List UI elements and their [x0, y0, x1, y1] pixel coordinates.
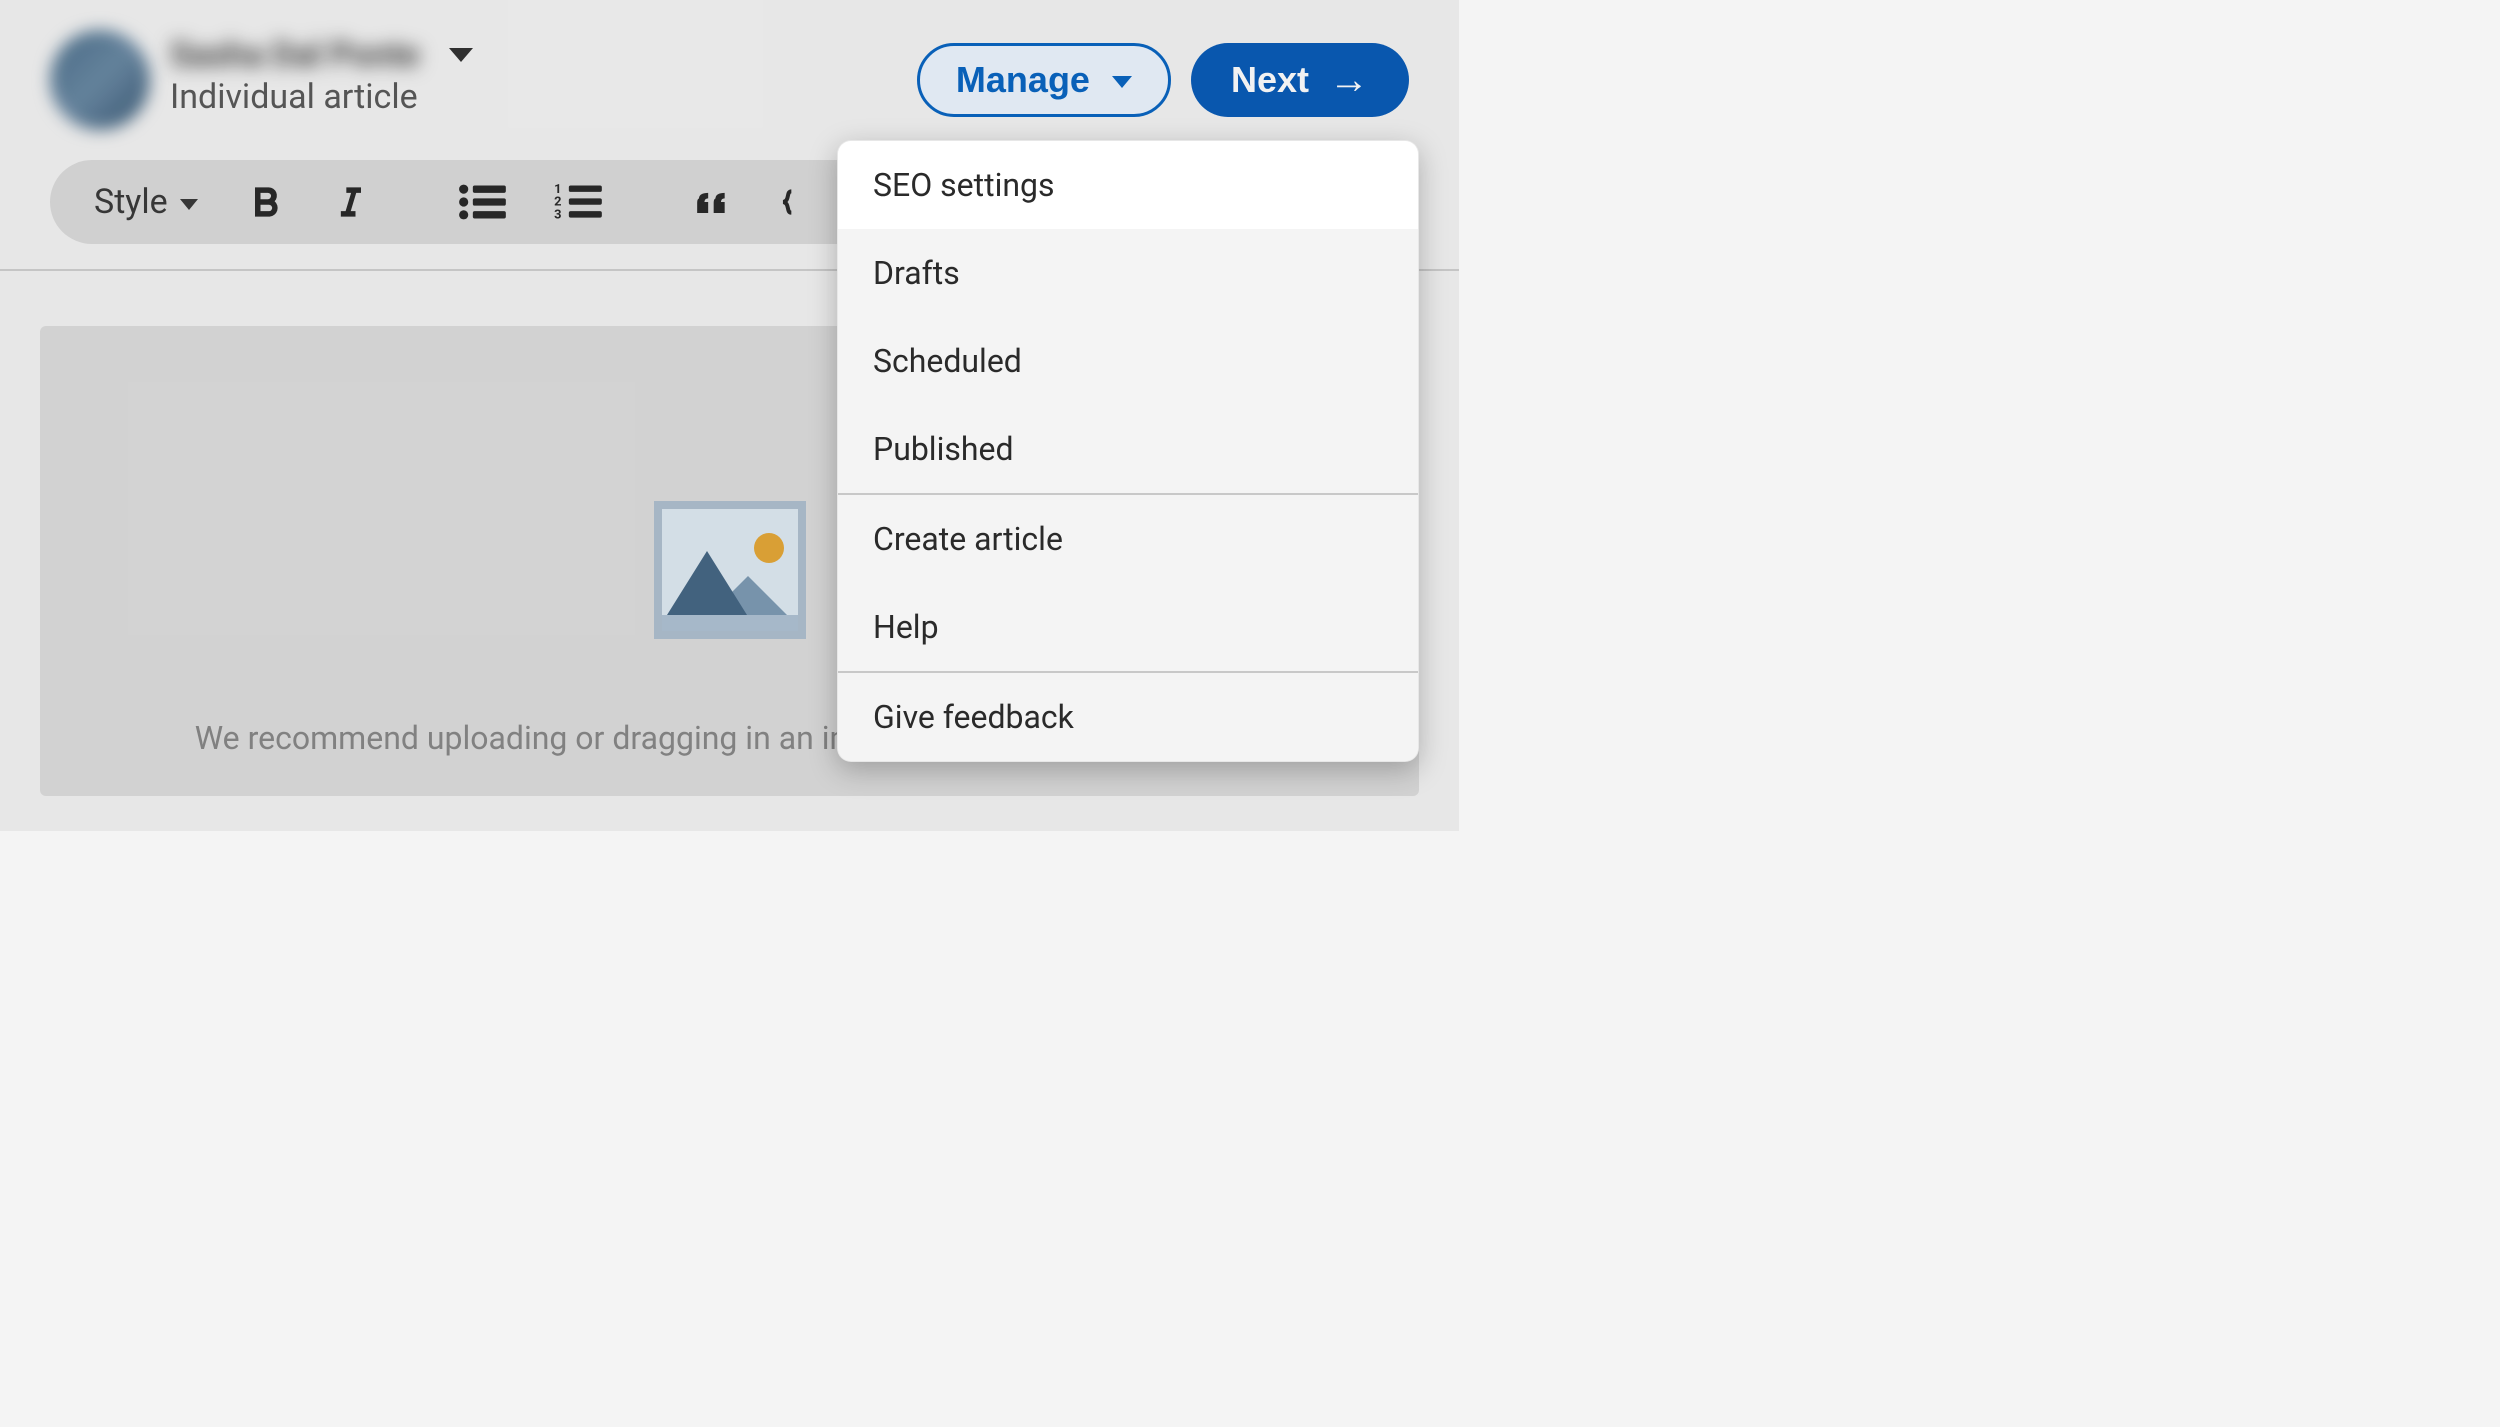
menu-item-published[interactable]: Published	[838, 405, 1418, 493]
italic-button[interactable]	[314, 172, 386, 232]
chevron-down-icon	[449, 48, 473, 62]
code-icon	[772, 180, 816, 224]
editor-header: Sasha Dal Ponte Individual article Manag…	[0, 0, 1459, 150]
bullet-list-button[interactable]	[440, 172, 524, 232]
quote-icon	[688, 180, 732, 224]
menu-item-scheduled[interactable]: Scheduled	[838, 317, 1418, 405]
author-section: Sasha Dal Ponte Individual article	[50, 30, 473, 130]
next-button-label: Next	[1231, 59, 1309, 101]
menu-item-give-feedback[interactable]: Give feedback	[838, 673, 1418, 761]
bullet-list-icon	[454, 180, 510, 224]
bold-button[interactable]	[230, 172, 302, 232]
style-dropdown-label: Style	[94, 182, 168, 222]
bold-icon	[244, 180, 288, 224]
avatar[interactable]	[50, 30, 150, 130]
chevron-down-icon	[1112, 76, 1132, 88]
style-dropdown[interactable]: Style	[80, 174, 218, 230]
arrow-right-icon: →	[1329, 60, 1369, 100]
numbered-list-button[interactable]: 123	[536, 172, 620, 232]
menu-item-create-article[interactable]: Create article	[838, 495, 1418, 583]
blockquote-button[interactable]	[674, 172, 746, 232]
header-actions: Manage Next →	[917, 43, 1409, 117]
article-type-label: Individual article	[170, 77, 473, 117]
menu-item-drafts[interactable]: Drafts	[838, 229, 1418, 317]
image-placeholder-icon	[654, 501, 806, 639]
code-block-button[interactable]	[758, 172, 830, 232]
menu-item-help[interactable]: Help	[838, 583, 1418, 671]
italic-icon	[328, 180, 372, 224]
manage-button[interactable]: Manage	[917, 43, 1171, 117]
numbered-list-icon: 123	[550, 180, 606, 224]
manage-dropdown-menu: SEO settings Drafts Scheduled Published …	[837, 140, 1419, 762]
next-button[interactable]: Next →	[1191, 43, 1409, 117]
author-info: Sasha Dal Ponte Individual article	[170, 30, 473, 117]
author-selector[interactable]: Sasha Dal Ponte	[170, 35, 473, 75]
chevron-down-icon	[180, 199, 198, 210]
svg-text:3: 3	[554, 208, 561, 223]
manage-button-label: Manage	[956, 59, 1090, 101]
author-name: Sasha Dal Ponte	[170, 35, 419, 75]
menu-item-seo-settings[interactable]: SEO settings	[838, 141, 1418, 229]
